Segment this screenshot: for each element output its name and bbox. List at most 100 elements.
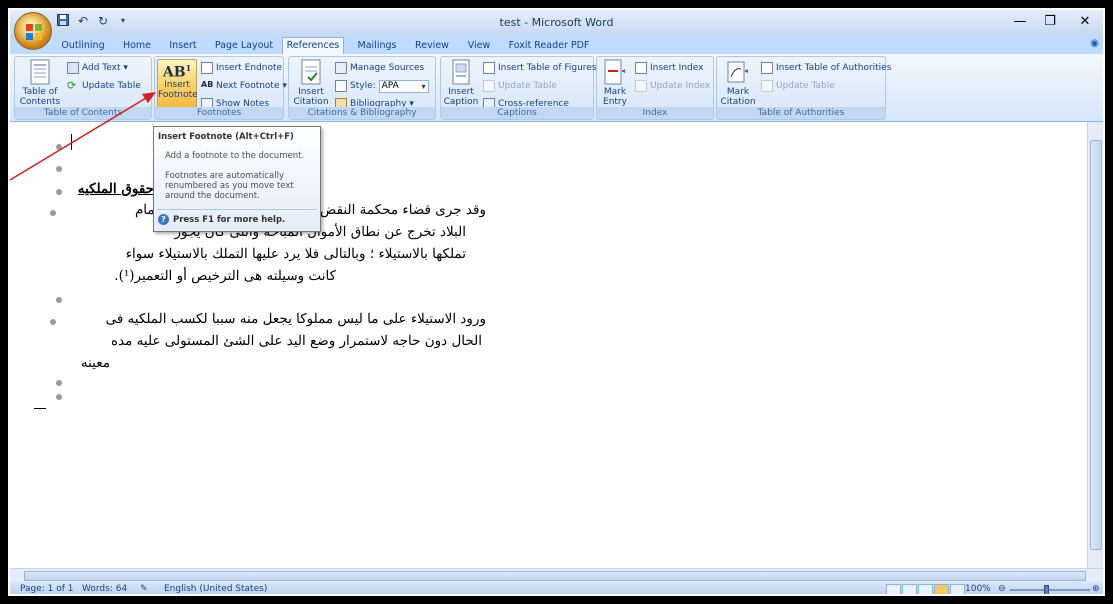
bullet-point (50, 319, 56, 325)
insert-citation-icon (301, 59, 321, 85)
add-text-icon (67, 62, 79, 74)
tab-references[interactable]: References (282, 37, 344, 55)
insert-caption-label-1: Insert (448, 87, 474, 97)
add-text-button[interactable]: Add Text ▾ (67, 61, 128, 75)
group-citations-bibliography: Insert Citation ▾ Manage Sources Style: … (288, 56, 436, 120)
mark-citation-label-2: Citation (720, 97, 756, 107)
table-of-contents-icon (30, 59, 50, 85)
zoom-out-icon[interactable]: ⊖ (998, 584, 1006, 594)
insert-citation-label-1: Insert (298, 87, 324, 97)
page-count[interactable]: Page: 1 of 1 (20, 584, 74, 594)
tab-review[interactable]: Review (410, 38, 454, 54)
mark-citation-button[interactable]: Mark Citation (719, 59, 757, 107)
ribbon-tabs: Outlining Home Insert Page Layout Refere… (10, 36, 1103, 55)
tab-view[interactable]: View (462, 38, 496, 54)
add-text-label: Add Text ▾ (82, 63, 128, 73)
next-footnote-button[interactable]: AB Next Footnote ▾ (201, 79, 287, 93)
tooltip-note-line-2: renumbered as you move text (165, 181, 294, 191)
insert-table-of-authorities-button[interactable]: Insert Table of Authorities (761, 61, 891, 75)
insert-footnote-icon: AB1 (162, 63, 192, 81)
style-selector[interactable]: Style: APA (335, 79, 429, 93)
update-table-figures-button[interactable]: Update Table (483, 79, 557, 93)
word-count[interactable]: Words: 64 (82, 584, 127, 594)
view-buttons (886, 584, 965, 594)
update-table-button[interactable]: ⟳ Update Table (67, 79, 141, 93)
insert-endnote-button[interactable]: Insert Endnote (201, 61, 282, 75)
manage-sources-label: Manage Sources (350, 63, 425, 73)
group-label-authorities: Table of Authorities (717, 107, 885, 119)
update-index-icon (635, 80, 647, 92)
group-table-of-authorities: Mark Citation Insert Table of Authoritie… (716, 56, 891, 120)
update-table-authorities-label: Update Table (776, 81, 835, 91)
mark-entry-icon (604, 59, 625, 85)
restore-icon[interactable]: ❐ (1040, 14, 1060, 29)
insert-table-of-authorities-label: Insert Table of Authorities (776, 63, 892, 73)
draft-view-icon[interactable] (950, 584, 965, 594)
tooltip-divider (157, 209, 317, 210)
status-bar: Page: 1 of 1 Words: 64 ✎ English (United… (10, 582, 1103, 594)
update-table-label: Update Table (82, 81, 141, 91)
bullet-point (56, 394, 62, 400)
tooltip-help: ? Press F1 for more help. (158, 214, 285, 225)
window-title: test - Microsoft Word (499, 16, 614, 29)
group-captions: Insert Caption Insert Table of Figures U… (440, 56, 597, 120)
zoom-slider[interactable] (1010, 589, 1090, 591)
insert-index-button[interactable]: Insert Index (635, 61, 703, 75)
update-index-label: Update Index (650, 81, 711, 91)
update-table-authorities-icon (761, 80, 773, 92)
outline-view-icon[interactable] (934, 584, 949, 594)
update-table-authorities-button[interactable]: Update Table (761, 79, 835, 93)
insert-table-of-figures-label: Insert Table of Figures (498, 63, 597, 73)
zoom-level[interactable]: 100% (965, 584, 991, 594)
horizontal-scrollbar[interactable] (10, 568, 1103, 582)
web-layout-icon[interactable] (918, 584, 933, 594)
minimize-icon[interactable]: — (1010, 14, 1030, 29)
tab-foxit-reader-pdf[interactable]: Foxit Reader PDF (504, 38, 594, 54)
style-dropdown[interactable]: APA (378, 79, 429, 93)
mark-citation-label-1: Mark (726, 87, 750, 97)
insert-table-of-figures-button[interactable]: Insert Table of Figures (483, 61, 597, 75)
tab-home[interactable]: Home (120, 38, 154, 54)
horizontal-scroll-thumb[interactable] (24, 571, 1086, 581)
tab-insert[interactable]: Insert (166, 38, 200, 54)
tab-page-layout[interactable]: Page Layout (212, 38, 276, 54)
tooltip-note: Footnotes are automatically renumbered a… (165, 171, 315, 201)
office-button[interactable] (14, 12, 52, 50)
language-indicator[interactable]: English (United States) (164, 584, 267, 594)
zoom-slider-knob[interactable] (1044, 585, 1049, 594)
mark-citation-icon (727, 61, 748, 83)
style-label: Style: (350, 81, 376, 91)
insert-caption-button[interactable]: Insert Caption (443, 59, 479, 107)
mark-entry-button[interactable]: Mark Entry (599, 59, 631, 107)
print-layout-icon[interactable] (886, 584, 901, 594)
insert-endnote-icon (201, 62, 213, 74)
tab-mailings[interactable]: Mailings (352, 38, 402, 54)
update-table-icon: ⟳ (67, 79, 77, 92)
full-screen-reading-icon[interactable] (902, 584, 917, 594)
vertical-scroll-thumb[interactable] (1090, 140, 1102, 550)
manage-sources-button[interactable]: Manage Sources (335, 61, 424, 75)
update-index-button[interactable]: Update Index (635, 79, 710, 93)
insert-footnote-label-1: Insert (164, 79, 190, 90)
vertical-scrollbar[interactable] (1087, 122, 1103, 568)
tab-outlining[interactable]: Outlining (58, 38, 108, 54)
office-logo-icon (26, 24, 42, 40)
bullet-point (56, 297, 62, 303)
table-of-authorities-icon (761, 62, 773, 74)
help-icon[interactable]: ◉ (1090, 38, 1099, 49)
paragraph-2-line-2: الحال دون حاجه لاستمرار وضع اليد على الش… (111, 333, 482, 349)
tooltip-note-line-3: around the document. (165, 191, 260, 201)
mark-entry-label-2: Entry (603, 97, 627, 107)
update-table-figures-label: Update Table (498, 81, 557, 91)
paragraph-2-line-1: ورود الاستيلاء على ما ليس مملوكا يجعل من… (105, 311, 486, 327)
paragraph-2-line-3: معينه (80, 355, 110, 371)
manage-sources-icon (335, 62, 347, 74)
paragraph-1-line-4: كانت وسيلته هى الترخيص أو التعمير(¹). (114, 268, 336, 284)
bullet-point (50, 210, 56, 216)
proofing-icon[interactable]: ✎ (140, 584, 148, 594)
close-icon[interactable]: ✕ (1075, 14, 1095, 29)
zoom-in-icon[interactable]: ⊕ (1092, 584, 1100, 594)
end-of-document-marker (34, 408, 46, 409)
word-window: ↶ ↻ ▾ test - Microsoft Word — ❐ ✕ Outlin… (8, 8, 1105, 596)
tooltip-help-text: Press F1 for more help. (173, 214, 286, 225)
